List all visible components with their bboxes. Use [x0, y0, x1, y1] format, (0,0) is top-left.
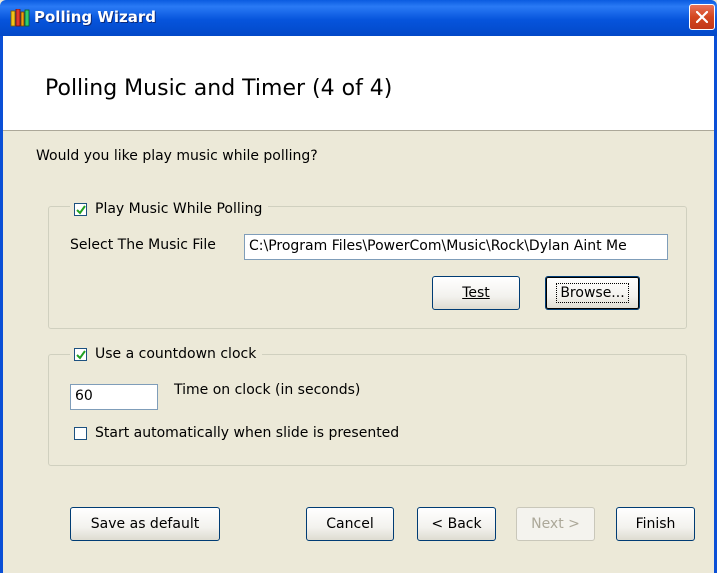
browse-button-label: Browse... — [556, 283, 629, 303]
save-as-default-label: Save as default — [90, 516, 200, 532]
checkmark-icon — [76, 349, 86, 360]
browse-button[interactable]: Browse... — [545, 276, 640, 310]
close-button[interactable] — [689, 4, 715, 30]
save-as-default-button[interactable]: Save as default — [70, 507, 220, 541]
finish-label: Finish — [635, 516, 676, 532]
test-button[interactable]: Test — [432, 276, 520, 310]
header-panel: Polling Music and Timer (4 of 4) — [3, 36, 714, 131]
cancel-button[interactable]: Cancel — [306, 507, 394, 541]
play-music-checkbox-row[interactable]: Play Music While Polling — [70, 201, 269, 217]
play-music-label: Play Music While Polling — [95, 201, 263, 217]
finish-button[interactable]: Finish — [616, 507, 695, 541]
countdown-label: Use a countdown clock — [95, 346, 257, 362]
books-icon — [10, 9, 30, 27]
polling-wizard-window: Polling Wizard Polling Music and Timer (… — [0, 0, 717, 573]
auto-start-label: Start automatically when slide is presen… — [95, 425, 400, 441]
countdown-checkbox-row[interactable]: Use a countdown clock — [70, 346, 263, 362]
page-title: Polling Music and Timer (4 of 4) — [45, 76, 393, 101]
title-bar[interactable]: Polling Wizard — [0, 0, 717, 36]
test-button-label: Test — [462, 285, 490, 301]
play-music-checkbox[interactable] — [74, 202, 87, 216]
music-file-input[interactable]: C:\Program Files\PowerCom\Music\Rock\Dyl… — [244, 234, 668, 260]
back-button[interactable]: < Back — [417, 507, 496, 541]
countdown-checkbox[interactable] — [74, 347, 87, 361]
next-label: Next > — [531, 516, 580, 532]
question-text: Would you like play music while polling? — [36, 148, 318, 164]
next-button[interactable]: Next > — [516, 507, 595, 541]
music-group-box — [48, 206, 687, 329]
seconds-input[interactable]: 60 — [70, 384, 158, 410]
back-label: < Back — [431, 516, 482, 532]
window-title: Polling Wizard — [34, 8, 157, 26]
music-file-label: Select The Music File — [70, 237, 216, 253]
checkmark-icon — [76, 204, 86, 215]
seconds-label: Time on clock (in seconds) — [174, 382, 361, 398]
timer-group-box — [48, 354, 687, 466]
cancel-label: Cancel — [326, 516, 374, 532]
close-icon — [696, 11, 708, 23]
auto-start-checkbox-row[interactable]: Start automatically when slide is presen… — [70, 425, 405, 441]
auto-start-checkbox[interactable] — [74, 426, 87, 440]
